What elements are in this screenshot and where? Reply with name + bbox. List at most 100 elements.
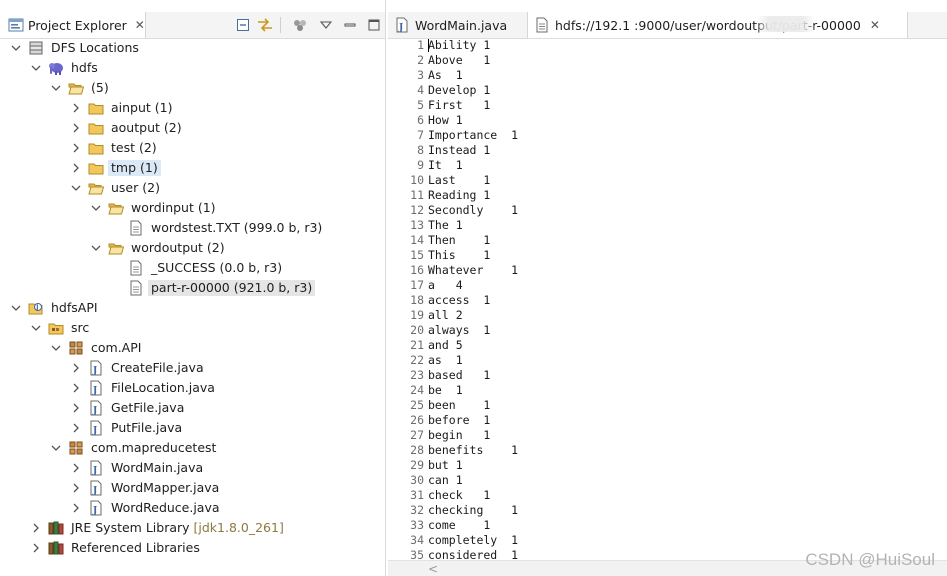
chevron-right-icon[interactable] bbox=[68, 160, 84, 176]
tree-item[interactable]: DFS Locations bbox=[0, 38, 385, 58]
line-number: 21 bbox=[410, 338, 424, 352]
text-file-icon bbox=[534, 17, 550, 33]
tree-item[interactable]: wordinput (1) bbox=[0, 198, 385, 218]
chevron-right-icon[interactable] bbox=[68, 480, 84, 496]
tree-item-label: FileLocation.java bbox=[108, 380, 218, 396]
tree-item[interactable]: (5) bbox=[0, 78, 385, 98]
folder-icon bbox=[88, 140, 104, 156]
line-number: 25 bbox=[410, 398, 424, 412]
tree-item[interactable]: hdfs bbox=[0, 58, 385, 78]
folder-icon bbox=[88, 100, 104, 116]
tree-item[interactable]: _SUCCESS (0.0 b, r3) bbox=[0, 258, 385, 278]
collapse-all-icon[interactable] bbox=[234, 16, 252, 34]
close-icon[interactable]: ✕ bbox=[135, 18, 145, 32]
filters-icon[interactable] bbox=[291, 16, 309, 34]
chevron-right-icon[interactable] bbox=[68, 380, 84, 396]
chevron-right-icon[interactable] bbox=[28, 540, 44, 556]
line-text: as 1 bbox=[428, 353, 463, 367]
chevron-down-icon[interactable] bbox=[88, 240, 104, 256]
scroll-left-icon[interactable]: < bbox=[428, 562, 438, 576]
tree-item-label: (5) bbox=[88, 80, 112, 96]
tree-item[interactable]: JRE System Library [jdk1.8.0_261] bbox=[0, 518, 385, 538]
chevron-down-icon[interactable] bbox=[88, 200, 104, 216]
chevron-right-icon[interactable] bbox=[28, 520, 44, 536]
editor-tab-label: hdfs://192.1 :9000/user/wordoutput/part-… bbox=[555, 17, 861, 33]
tree-item-label: ainput (1) bbox=[108, 100, 176, 116]
line-text: Reading 1 bbox=[428, 188, 491, 202]
line-text: First 1 bbox=[428, 98, 491, 112]
svg-text:J: J bbox=[35, 304, 38, 311]
line-number: 22 bbox=[410, 353, 424, 367]
chevron-right-icon[interactable] bbox=[68, 400, 84, 416]
chevron-down-icon[interactable] bbox=[48, 340, 64, 356]
link-with-editor-icon[interactable] bbox=[256, 16, 274, 34]
tree-item[interactable]: aoutput (2) bbox=[0, 118, 385, 138]
chevron-down-icon[interactable] bbox=[68, 180, 84, 196]
line-text: begin 1 bbox=[428, 428, 491, 442]
tree-item[interactable]: J PutFile.java bbox=[0, 418, 385, 438]
tree-item[interactable]: part-r-00000 (921.0 b, r3) bbox=[0, 278, 385, 298]
java-file-icon: J bbox=[88, 500, 104, 516]
tree-item[interactable]: user (2) bbox=[0, 178, 385, 198]
tree-item-label: Referenced Libraries bbox=[68, 540, 203, 556]
editor-tab-part-r-00000[interactable]: hdfs://192.1 :9000/user/wordoutput/part-… bbox=[528, 12, 908, 38]
chevron-right-icon[interactable] bbox=[68, 420, 84, 436]
chevron-right-icon[interactable] bbox=[68, 460, 84, 476]
svg-text:J: J bbox=[92, 426, 97, 436]
maximize-icon[interactable] bbox=[365, 16, 383, 34]
line-text: It 1 bbox=[428, 158, 463, 172]
tree-item[interactable]: J GetFile.java bbox=[0, 398, 385, 418]
tree-item[interactable]: JhdfsAPI bbox=[0, 298, 385, 318]
tree-item-label: GetFile.java bbox=[108, 400, 187, 416]
tree-item[interactable]: com.mapreducetest bbox=[0, 438, 385, 458]
tree-item-text: com.mapreducetest bbox=[91, 440, 217, 455]
file-icon bbox=[128, 220, 144, 236]
line-text: Instead 1 bbox=[428, 143, 491, 157]
folder-open-icon bbox=[68, 80, 84, 96]
chevron-down-icon[interactable] bbox=[48, 440, 64, 456]
text-editor[interactable]: 1 Ability 1 2 Above 1 3 As 1 4 Develop 1 5 First … bbox=[388, 38, 947, 562]
tree-item[interactable]: com.API bbox=[0, 338, 385, 358]
chevron-down-icon[interactable] bbox=[28, 60, 44, 76]
line-text: been 1 bbox=[428, 398, 491, 412]
tree-item[interactable]: J WordMapper.java bbox=[0, 478, 385, 498]
line-text: Last 1 bbox=[428, 173, 491, 187]
svg-text:J: J bbox=[92, 486, 97, 496]
project-explorer-tab[interactable]: Project Explorer ✕ bbox=[0, 12, 146, 38]
tree-item[interactable]: tmp (1) bbox=[0, 158, 385, 178]
editor-line: 8 Instead 1 bbox=[388, 143, 947, 158]
tree-item[interactable]: src bbox=[0, 318, 385, 338]
close-icon[interactable]: ✕ bbox=[870, 18, 880, 32]
chevron-right-icon[interactable] bbox=[68, 140, 84, 156]
line-number: 27 bbox=[410, 428, 424, 442]
project-explorer-view: Project Explorer ✕ DFS Locations hdfs (5… bbox=[0, 0, 386, 576]
tree-item[interactable]: J CreateFile.java bbox=[0, 358, 385, 378]
editor-line: 17 a 4 bbox=[388, 278, 947, 293]
tree-item[interactable]: J WordMain.java bbox=[0, 458, 385, 478]
minimize-icon[interactable] bbox=[341, 16, 359, 34]
tree-item-label: com.mapreducetest bbox=[88, 440, 219, 456]
chevron-down-icon[interactable] bbox=[8, 300, 24, 316]
chevron-right-icon[interactable] bbox=[68, 120, 84, 136]
tree-item[interactable]: ainput (1) bbox=[0, 98, 385, 118]
editor-tab-wordmain[interactable]: J WordMain.java bbox=[388, 12, 528, 38]
chevron-down-icon[interactable] bbox=[48, 80, 64, 96]
chevron-right-icon[interactable] bbox=[68, 100, 84, 116]
editor-line: 31 check 1 bbox=[388, 488, 947, 503]
chevron-right-icon[interactable] bbox=[68, 500, 84, 516]
tree-item[interactable]: wordstest.TXT (999.0 b, r3) bbox=[0, 218, 385, 238]
tree-item[interactable]: test (2) bbox=[0, 138, 385, 158]
line-number: 31 bbox=[410, 488, 424, 502]
editor-line: 23 based 1 bbox=[388, 368, 947, 383]
chevron-right-icon[interactable] bbox=[68, 360, 84, 376]
tree-item[interactable]: J WordReduce.java bbox=[0, 498, 385, 518]
chevron-down-icon[interactable] bbox=[28, 320, 44, 336]
line-number: 16 bbox=[410, 263, 424, 277]
editor-line: 22 as 1 bbox=[388, 353, 947, 368]
line-text: come 1 bbox=[428, 518, 491, 532]
chevron-down-icon[interactable] bbox=[8, 40, 24, 56]
tree-item[interactable]: J FileLocation.java bbox=[0, 378, 385, 398]
tree-item[interactable]: wordoutput (2) bbox=[0, 238, 385, 258]
view-menu-icon[interactable] bbox=[317, 16, 335, 34]
tree-item[interactable]: Referenced Libraries bbox=[0, 538, 385, 558]
